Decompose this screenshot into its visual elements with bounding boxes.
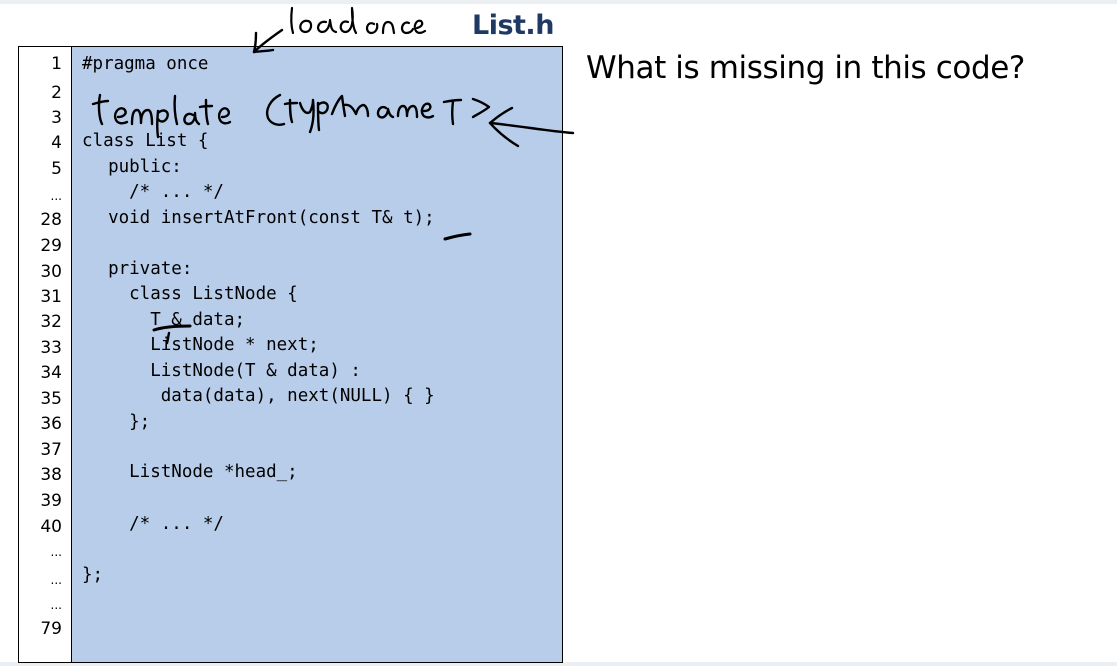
line-number: 1	[51, 54, 62, 74]
line-number: ...	[50, 189, 62, 203]
code-line: /* ... */	[87, 182, 224, 202]
line-number: 5	[51, 159, 62, 179]
code-line: T & data;	[87, 310, 246, 330]
line-number: 38	[40, 465, 62, 485]
line-number: ...	[50, 573, 62, 587]
code-line: private:	[87, 259, 193, 279]
line-number: ...	[50, 598, 62, 612]
code-line: data(data), next(NULL) { }	[87, 386, 435, 406]
line-number: 34	[40, 363, 62, 383]
line-number: 37	[40, 440, 62, 460]
line-number: 39	[40, 491, 62, 511]
line-number: 3	[51, 108, 62, 128]
code-line: ListNode *head_;	[87, 462, 298, 482]
line-number: 32	[40, 312, 62, 332]
top-strip	[0, 0, 1117, 4]
line-number: 36	[40, 414, 62, 434]
line-number: ...	[50, 545, 62, 559]
code-line: void insertAtFront(const T& t);	[87, 208, 435, 228]
code-line: };	[82, 565, 104, 585]
code-line: class List {	[82, 131, 209, 151]
question-text: What is missing in this code?	[586, 50, 1025, 86]
line-number: 31	[40, 287, 62, 307]
line-number: 40	[40, 517, 62, 537]
handwritten-load-once	[290, 6, 427, 35]
code-line: #pragma once	[82, 54, 209, 74]
code-line: ListNode(T & data) :	[87, 361, 361, 381]
line-number-gutter: 1 2 3 4 5 ... 28 29 30 31 32 33 34 35 36…	[19, 47, 72, 662]
code-line: class ListNode {	[87, 284, 298, 304]
file-title: List.h	[472, 10, 554, 41]
code-line: /* ... */	[87, 514, 224, 534]
code-line: public:	[87, 157, 182, 177]
line-number: 2	[51, 83, 62, 103]
code-line: ListNode * next;	[87, 335, 319, 355]
line-number: 28	[40, 210, 62, 230]
line-number: 33	[40, 338, 62, 358]
code-area: #pragma once class List { public: /* ...…	[72, 47, 562, 662]
line-number: 4	[51, 133, 62, 153]
code-listing: 1 2 3 4 5 ... 28 29 30 31 32 33 34 35 36…	[18, 46, 563, 663]
code-line: };	[87, 412, 151, 432]
line-number: 29	[40, 236, 62, 256]
line-number: 35	[40, 389, 62, 409]
line-number: 30	[40, 262, 62, 282]
line-number: 79	[40, 619, 62, 639]
